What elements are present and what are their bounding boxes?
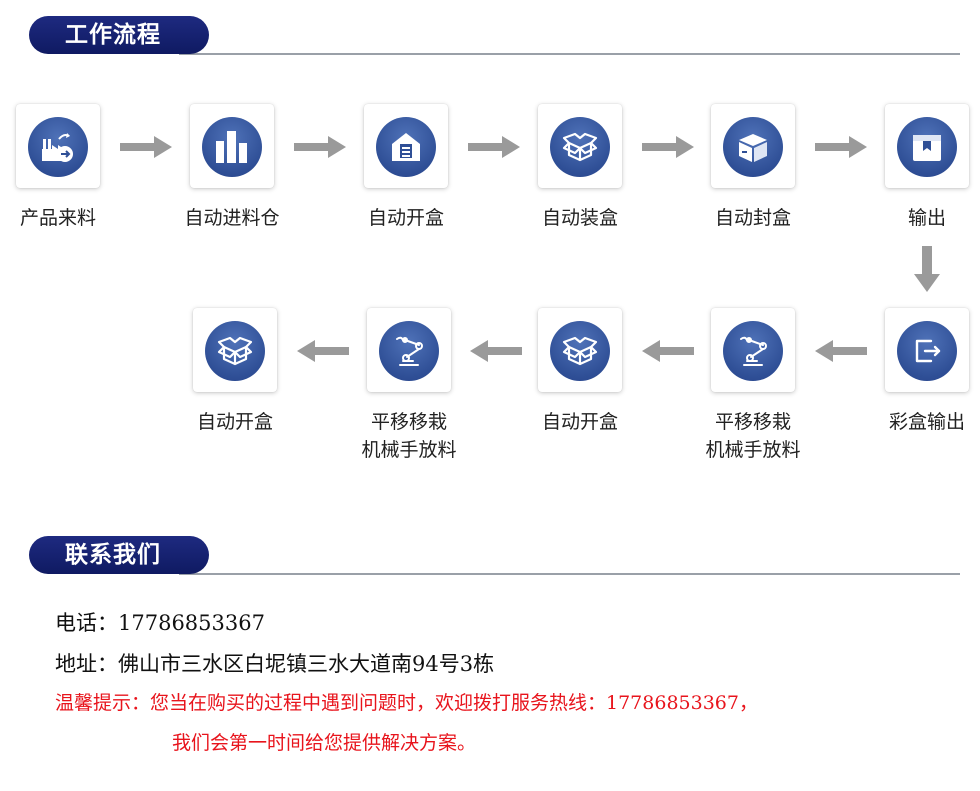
step-label: 自动开盒 — [196, 411, 273, 433]
open-box-icon — [205, 321, 265, 381]
contact-phone: 电话：17786853367 — [55, 611, 265, 635]
step-label: 自动进料仓 — [184, 207, 280, 229]
arrow-right-icon — [815, 136, 867, 158]
step-label: 产品来料 — [19, 207, 96, 229]
workflow-header: 工作流程 — [29, 16, 960, 56]
step-card — [190, 104, 274, 188]
step-card — [711, 308, 795, 392]
step-label: 自动开盒 — [541, 411, 618, 433]
step-card — [367, 308, 451, 392]
step-label: 平移移栽 机械手放料 — [361, 411, 457, 461]
workflow-title: 工作流程 — [29, 16, 209, 54]
contact-header-line — [179, 573, 960, 575]
open-box-icon — [550, 117, 610, 177]
step-card — [193, 308, 277, 392]
arrow-down-icon — [914, 246, 940, 292]
step-card — [16, 104, 100, 188]
contact-address: 地址：佛山市三水区白坭镇三水大道南94号3栋 — [55, 652, 495, 676]
silo-icon — [202, 117, 262, 177]
step-label: 自动开盒 — [367, 207, 444, 229]
step-card — [885, 104, 969, 188]
step-card — [538, 308, 622, 392]
workflow-header-line — [179, 53, 960, 55]
arrow-left-icon — [470, 340, 522, 362]
arrow-right-icon — [294, 136, 346, 158]
tip-line-1: 温馨提示：您当在购买的过程中遇到问题时，欢迎拨打服务热线：17786853367… — [55, 692, 758, 714]
step-label: 自动封盒 — [714, 207, 791, 229]
step-label: 平移移栽 机械手放料 — [705, 411, 801, 461]
step-card — [364, 104, 448, 188]
robot-arm-icon — [723, 321, 783, 381]
arrow-right-icon — [642, 136, 694, 158]
step-label: 自动装盒 — [541, 207, 618, 229]
step-card — [711, 104, 795, 188]
factory-arrow-icon — [28, 117, 88, 177]
step-label: 彩盒输出 — [888, 411, 965, 433]
arrow-right-icon — [468, 136, 520, 158]
warehouse-icon — [376, 117, 436, 177]
arrow-left-icon — [642, 340, 694, 362]
tip-line-2: 我们会第一时间给您提供解决方案。 — [172, 732, 477, 754]
open-box-icon — [550, 321, 610, 381]
arrow-right-icon — [120, 136, 172, 158]
package-icon — [897, 117, 957, 177]
arrow-left-icon — [297, 340, 349, 362]
step-card — [885, 308, 969, 392]
arrow-left-icon — [815, 340, 867, 362]
step-label: 输出 — [907, 207, 946, 229]
contact-title: 联系我们 — [29, 536, 209, 574]
exit-icon — [897, 321, 957, 381]
robot-arm-icon — [379, 321, 439, 381]
step-card — [538, 104, 622, 188]
contact-header: 联系我们 — [29, 536, 960, 576]
closed-box-icon — [723, 117, 783, 177]
